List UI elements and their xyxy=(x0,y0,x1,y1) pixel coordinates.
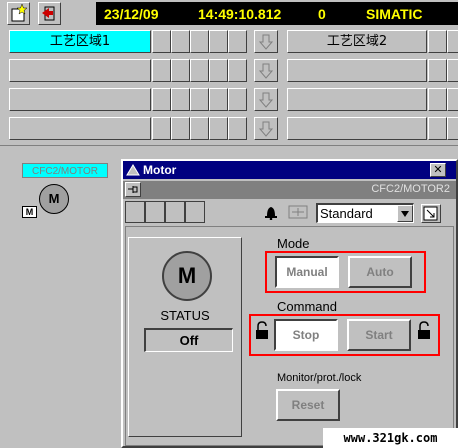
area-button-empty[interactable] xyxy=(287,59,427,82)
area-cell[interactable] xyxy=(190,30,209,53)
mode-label: Mode xyxy=(277,236,310,251)
expand-button[interactable] xyxy=(421,204,441,223)
area-cell[interactable] xyxy=(228,88,247,111)
area-cell[interactable] xyxy=(152,117,171,140)
area-button-empty[interactable] xyxy=(9,59,151,82)
area-cell[interactable] xyxy=(190,88,209,111)
area-cell[interactable] xyxy=(228,117,247,140)
area-cell[interactable] xyxy=(209,117,228,140)
area-down-button[interactable] xyxy=(254,59,278,82)
watermark: www.321gk.com xyxy=(323,428,458,448)
area-cell[interactable] xyxy=(190,117,209,140)
picture-star-icon xyxy=(11,3,28,22)
window-titlebar: Motor ✕ xyxy=(123,161,456,179)
area-button-2[interactable]: 工艺区域2 xyxy=(287,30,427,53)
new-picture-button[interactable] xyxy=(7,2,30,25)
loop-icon[interactable] xyxy=(288,203,308,221)
auto-button[interactable]: Auto xyxy=(348,256,412,288)
motor-tag-label[interactable]: CFC2/MOTOR xyxy=(22,163,108,178)
status-value: Off xyxy=(144,328,233,352)
date-readout: 23/12/09 xyxy=(104,6,159,22)
exit-button[interactable] xyxy=(38,2,61,25)
bell-icon[interactable] xyxy=(264,204,278,220)
lock-open-icon xyxy=(256,321,268,339)
arrow-down-icon xyxy=(258,63,274,79)
area-button-1[interactable]: 工艺区域1 xyxy=(9,30,151,53)
status-panel: M STATUS Off xyxy=(128,237,242,437)
arrow-down-icon xyxy=(258,34,274,50)
reset-button[interactable]: Reset xyxy=(276,389,340,421)
faceplate-body: M STATUS Off Mode Manual Auto Command St… xyxy=(125,226,454,446)
faceplate-icon xyxy=(126,164,140,176)
arrow-down-icon xyxy=(258,121,274,137)
area-cell[interactable] xyxy=(428,59,447,82)
alarm-count: 0 xyxy=(318,6,326,22)
area-cell[interactable] xyxy=(447,30,458,53)
brand-label: SIMATIC xyxy=(366,6,423,22)
pin-button[interactable] xyxy=(125,182,141,197)
window-title: Motor xyxy=(143,163,177,177)
faceplate-tag: CFC2/MOTOR2 xyxy=(371,183,450,195)
area-cell[interactable] xyxy=(171,30,190,53)
expand-icon xyxy=(423,206,438,221)
view-select-value: Standard xyxy=(320,206,373,221)
area-cell[interactable] xyxy=(228,59,247,82)
tag-bar: CFC2/MOTOR2 xyxy=(123,181,456,199)
status-bar: 23/12/09 14:49:10.812 0 SIMATIC xyxy=(96,2,458,25)
status-label: STATUS xyxy=(160,308,210,323)
area-cell[interactable] xyxy=(447,88,458,111)
area-cell[interactable] xyxy=(171,88,190,111)
area-cell[interactable] xyxy=(209,59,228,82)
divider xyxy=(0,145,458,146)
view-select-dropdown[interactable] xyxy=(397,205,413,222)
motor-status-symbol: M xyxy=(162,251,212,301)
close-button[interactable]: ✕ xyxy=(430,163,446,177)
close-icon: ✕ xyxy=(433,164,443,176)
area-cell[interactable] xyxy=(171,59,190,82)
area-cell[interactable] xyxy=(171,117,190,140)
area-button-empty[interactable] xyxy=(9,117,151,140)
area-cell[interactable] xyxy=(209,88,228,111)
view-cell[interactable] xyxy=(145,201,165,223)
area-button-empty[interactable] xyxy=(287,88,427,111)
area-cell[interactable] xyxy=(428,117,447,140)
arrow-down-icon xyxy=(258,92,274,108)
area-down-button[interactable] xyxy=(254,30,278,53)
start-button[interactable]: Start xyxy=(347,319,411,351)
view-select[interactable]: Standard xyxy=(316,203,414,223)
area-cell[interactable] xyxy=(447,117,458,140)
area-cell[interactable] xyxy=(428,30,447,53)
motor-faceplate-window: Motor ✕ CFC2/MOTOR2 Standard M STATUS Of… xyxy=(121,159,458,448)
chevron-down-icon xyxy=(401,211,409,217)
monitor-label: Monitor/prot./lock xyxy=(277,372,362,384)
stop-button[interactable]: Stop xyxy=(274,319,338,351)
view-cell[interactable] xyxy=(165,201,185,223)
area-down-button[interactable] xyxy=(254,88,278,111)
view-cells xyxy=(125,201,206,223)
manual-button[interactable]: Manual xyxy=(275,256,339,288)
area-cell[interactable] xyxy=(447,59,458,82)
area-cell[interactable] xyxy=(152,59,171,82)
exit-icon xyxy=(42,6,55,21)
view-cell[interactable] xyxy=(125,201,145,223)
area-button-empty[interactable] xyxy=(9,88,151,111)
area-cell[interactable] xyxy=(190,59,209,82)
lock-open-icon xyxy=(418,321,430,339)
time-readout: 14:49:10.812 xyxy=(198,6,282,22)
area-down-button[interactable] xyxy=(254,117,278,140)
mode-badge: M xyxy=(22,206,37,218)
motor-symbol[interactable]: M xyxy=(39,184,69,214)
view-cell[interactable] xyxy=(185,201,205,223)
area-cell[interactable] xyxy=(209,30,228,53)
area-cell[interactable] xyxy=(152,30,171,53)
area-button-empty[interactable] xyxy=(287,117,427,140)
area-cell[interactable] xyxy=(228,30,247,53)
top-toolbar: 23/12/09 14:49:10.812 0 SIMATIC xyxy=(0,0,458,27)
pin-icon xyxy=(128,186,138,193)
area-cell[interactable] xyxy=(152,88,171,111)
command-label: Command xyxy=(277,299,337,314)
area-cell[interactable] xyxy=(428,88,447,111)
